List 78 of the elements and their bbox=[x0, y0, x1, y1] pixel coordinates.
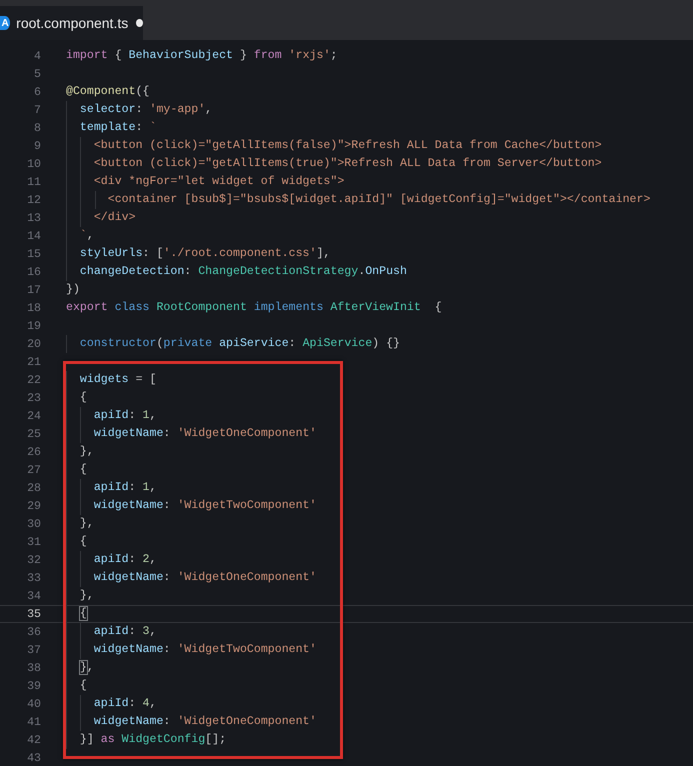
code-line: <button (click)="getAllItems(false)">Refresh ALL Data from Cache</button> bbox=[92, 138, 602, 154]
code-line: }, bbox=[78, 516, 94, 532]
code-line: { bbox=[78, 606, 87, 622]
line-number: 14 bbox=[26, 230, 41, 242]
line-number: 43 bbox=[26, 752, 41, 764]
line-number: 35 bbox=[26, 608, 41, 620]
line-number: 22 bbox=[26, 374, 41, 386]
line-number: 10 bbox=[26, 158, 41, 170]
angular-file-icon: A bbox=[0, 16, 10, 30]
code-line: widgets = [ bbox=[78, 372, 156, 388]
line-number: 42 bbox=[26, 734, 41, 746]
editor-tab[interactable]: A root.component.ts bbox=[0, 6, 143, 40]
code-line: template: ` bbox=[78, 120, 156, 136]
line-number: 36 bbox=[26, 626, 41, 638]
code-line: widgetName: 'WidgetTwoComponent' bbox=[92, 642, 316, 658]
code-line: apiId: 1, bbox=[92, 480, 156, 496]
line-number: 17 bbox=[26, 284, 41, 296]
line-number: 38 bbox=[26, 662, 41, 674]
line-number: 19 bbox=[26, 320, 41, 332]
line-number: 4 bbox=[33, 50, 41, 62]
line-number: 31 bbox=[26, 536, 41, 548]
code-line: { bbox=[78, 534, 87, 550]
line-number: 20 bbox=[26, 338, 41, 350]
code-line: import { BehaviorSubject } from 'rxjs'; bbox=[66, 48, 338, 64]
line-number: 8 bbox=[33, 122, 41, 134]
line-number: 32 bbox=[26, 554, 41, 566]
line-number: 27 bbox=[26, 464, 41, 476]
code-line: }, bbox=[78, 444, 94, 460]
code-line: }, bbox=[78, 660, 94, 676]
code-line: widgetName: 'WidgetOneComponent' bbox=[92, 714, 316, 730]
line-number: 9 bbox=[33, 140, 41, 152]
code-line: widgetName: 'WidgetTwoComponent' bbox=[92, 498, 316, 514]
code-line: styleUrls: ['./root.component.css'], bbox=[78, 246, 330, 262]
line-number: 18 bbox=[26, 302, 41, 314]
line-number: 12 bbox=[26, 194, 41, 206]
line-number: 28 bbox=[26, 482, 41, 494]
code-line: apiId: 3, bbox=[92, 624, 156, 640]
code-line: apiId: 4, bbox=[92, 696, 156, 712]
code-line: apiId: 2, bbox=[92, 552, 156, 568]
line-number: 30 bbox=[26, 518, 41, 530]
code-line: }) bbox=[66, 282, 80, 298]
code-line: <button (click)="getAllItems(true)">Refresh ALL Data from Server</button> bbox=[92, 156, 602, 172]
code-line: { bbox=[78, 390, 87, 406]
line-number: 7 bbox=[33, 104, 41, 116]
code-line: @Component({ bbox=[66, 84, 150, 100]
code-line: `, bbox=[78, 228, 94, 244]
code-line: <div *ngFor="let widget of widgets"> bbox=[92, 174, 344, 190]
line-number: 5 bbox=[33, 68, 41, 80]
code-line: { bbox=[78, 462, 87, 478]
line-number: 23 bbox=[26, 392, 41, 404]
line-number: 13 bbox=[26, 212, 41, 224]
line-number: 40 bbox=[26, 698, 41, 710]
line-number: 34 bbox=[26, 590, 41, 602]
line-number: 29 bbox=[26, 500, 41, 512]
code-line: <container [bsub$]="bsubs$[widget.apiId]" [widgetConfig]="widget"></container> bbox=[106, 192, 650, 208]
code-line: constructor(private apiService: ApiService) {} bbox=[78, 336, 400, 352]
line-number: 15 bbox=[26, 248, 41, 260]
line-number: 16 bbox=[26, 266, 41, 278]
code-line: apiId: 1, bbox=[92, 408, 156, 424]
line-number: 11 bbox=[26, 176, 41, 188]
code-line: }, bbox=[78, 588, 94, 604]
line-number: 24 bbox=[26, 410, 41, 422]
code-line: changeDetection: ChangeDetectionStrategy.OnPush bbox=[78, 264, 407, 280]
code-line: </div> bbox=[92, 210, 136, 226]
code-line: { bbox=[78, 678, 87, 694]
line-number: 33 bbox=[26, 572, 41, 584]
code-line: widgetName: 'WidgetOneComponent' bbox=[92, 426, 316, 442]
line-number: 41 bbox=[26, 716, 41, 728]
line-number: 25 bbox=[26, 428, 41, 440]
line-number: 26 bbox=[26, 446, 41, 458]
line-number: 6 bbox=[33, 86, 41, 98]
code-line: }] as WidgetConfig[]; bbox=[78, 732, 226, 748]
code-line: widgetName: 'WidgetOneComponent' bbox=[92, 570, 316, 586]
line-number: 39 bbox=[26, 680, 41, 692]
line-number: 37 bbox=[26, 644, 41, 656]
code-line: export class RootComponent implements AfterViewInit { bbox=[66, 300, 442, 316]
code-line: selector: 'my-app', bbox=[78, 102, 212, 118]
line-number: 21 bbox=[26, 356, 41, 368]
